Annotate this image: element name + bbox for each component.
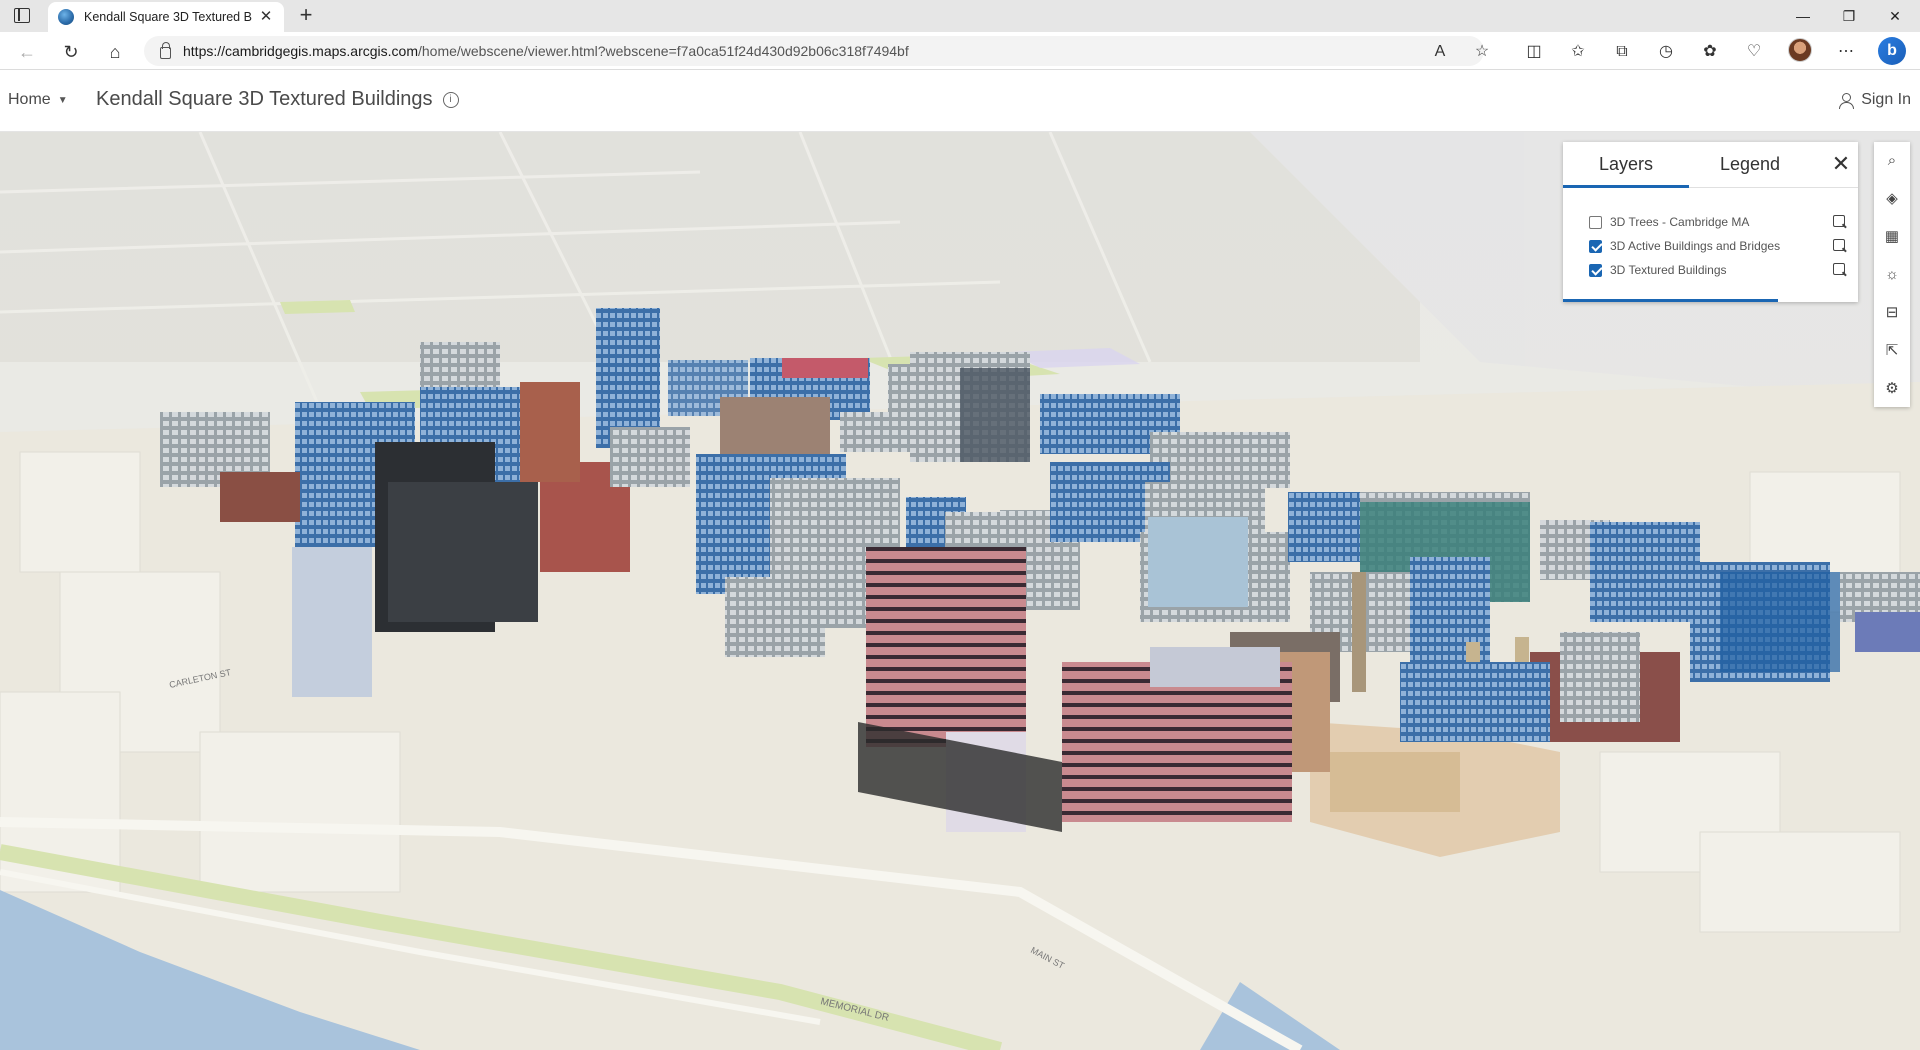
basemap-icon[interactable]: ▦ — [1874, 218, 1910, 254]
browser-tab[interactable]: Kendall Square 3D Textured Build ✕ — [48, 2, 284, 32]
active-tab-indicator — [1563, 185, 1689, 188]
arcgis-globe-icon — [58, 9, 74, 25]
layer-label: 3D Active Buildings and Bridges — [1610, 239, 1781, 253]
layer-checkbox[interactable] — [1589, 215, 1602, 229]
settings-icon[interactable]: ⚙ — [1874, 370, 1910, 406]
sign-in-label: Sign In — [1861, 91, 1911, 108]
close-window-button[interactable]: ✕ — [1872, 0, 1918, 32]
history-icon[interactable]: ◷ — [1654, 40, 1678, 64]
layer-label: 3D Textured Buildings — [1610, 263, 1727, 277]
search-icon[interactable]: ⌕ — [1874, 142, 1910, 178]
loading-bar — [1563, 299, 1778, 302]
url-host: https://cambridgegis.maps.arcgis.com — [183, 43, 418, 59]
tab-legend[interactable]: Legend — [1720, 154, 1780, 175]
tab-title: Kendall Square 3D Textured Build — [84, 10, 252, 24]
layer-list-panel: Layers Legend ✕ 3D Trees - Cambridge MA … — [1563, 142, 1858, 302]
split-screen-icon[interactable]: ◫ — [1522, 40, 1546, 64]
collections-icon[interactable]: ⧉ — [1610, 40, 1634, 64]
layer-item-active-buildings[interactable]: 3D Active Buildings and Bridges — [1589, 236, 1847, 256]
layer-item-textured-buildings[interactable]: 3D Textured Buildings — [1589, 260, 1847, 280]
tab-actions-icon[interactable] — [14, 8, 30, 23]
layer-item-trees[interactable]: 3D Trees - Cambridge MA — [1589, 212, 1847, 232]
home-menu-label: Home — [8, 91, 51, 108]
tab-layers[interactable]: Layers — [1599, 154, 1653, 175]
copilot-icon[interactable]: b — [1878, 37, 1906, 65]
chevron-down-icon: ▼ — [57, 94, 68, 106]
panel-tabs: Layers Legend ✕ — [1563, 142, 1858, 188]
app-header: Home ▼ Kendall Square 3D Textured Buildi… — [0, 71, 1920, 132]
refresh-button[interactable]: ↻ — [58, 39, 84, 65]
sign-in-button[interactable]: Sign In — [1839, 91, 1911, 109]
scene-title: Kendall Square 3D Textured Buildings — [96, 88, 433, 110]
zoom-to-layer-icon[interactable] — [1831, 262, 1847, 278]
scene-toolbar: ⌕ ◈ ▦ ☼ ⊟ ⇱ ⚙ — [1874, 142, 1910, 407]
home-menu[interactable]: Home ▼ — [8, 91, 68, 109]
read-aloud-icon[interactable]: A — [1428, 40, 1452, 64]
daylight-icon[interactable]: ☼ — [1874, 256, 1910, 292]
minimize-button[interactable]: — — [1780, 0, 1826, 32]
home-button[interactable]: ⌂ — [102, 39, 128, 65]
layer-checkbox[interactable] — [1589, 263, 1602, 277]
back-button[interactable]: ← — [14, 39, 40, 65]
lock-icon[interactable] — [160, 42, 171, 59]
new-tab-button[interactable]: + — [294, 4, 318, 28]
extension-icon[interactable]: ✿ — [1698, 40, 1722, 64]
profile-avatar[interactable] — [1788, 38, 1812, 62]
layers-icon[interactable]: ◈ — [1874, 180, 1910, 216]
info-icon[interactable]: i — [442, 91, 459, 108]
share-icon[interactable]: ⇱ — [1874, 332, 1910, 368]
browser-tabstrip: Kendall Square 3D Textured Build ✕ + — ❐… — [0, 0, 1920, 32]
page-title: Kendall Square 3D Textured Buildings i — [96, 88, 459, 111]
zoom-to-layer-icon[interactable] — [1831, 214, 1847, 230]
more-menu-icon[interactable]: ⋯ — [1834, 40, 1858, 64]
zoom-to-layer-icon[interactable] — [1831, 238, 1847, 254]
tab-close-icon[interactable]: ✕ — [258, 9, 274, 25]
favorites-icon[interactable]: ✩ — [1566, 40, 1590, 64]
address-bar[interactable]: https://cambridgegis.maps.arcgis.com/hom… — [144, 36, 1484, 66]
favorite-star-icon[interactable]: ☆ — [1470, 40, 1494, 64]
restore-button[interactable]: ❐ — [1826, 0, 1872, 32]
layer-checkbox[interactable] — [1589, 239, 1602, 253]
user-icon — [1839, 92, 1855, 109]
browser-toolbar: ← ↻ ⌂ https://cambridgegis.maps.arcgis.c… — [0, 32, 1920, 70]
close-icon[interactable]: ✕ — [1831, 152, 1851, 176]
measure-icon[interactable]: ⊟ — [1874, 294, 1910, 330]
url-path: /home/webscene/viewer.html?webscene=f7a0… — [417, 43, 909, 59]
browser-essentials-icon[interactable]: ♡ — [1742, 40, 1766, 64]
layer-label: 3D Trees - Cambridge MA — [1610, 215, 1750, 229]
